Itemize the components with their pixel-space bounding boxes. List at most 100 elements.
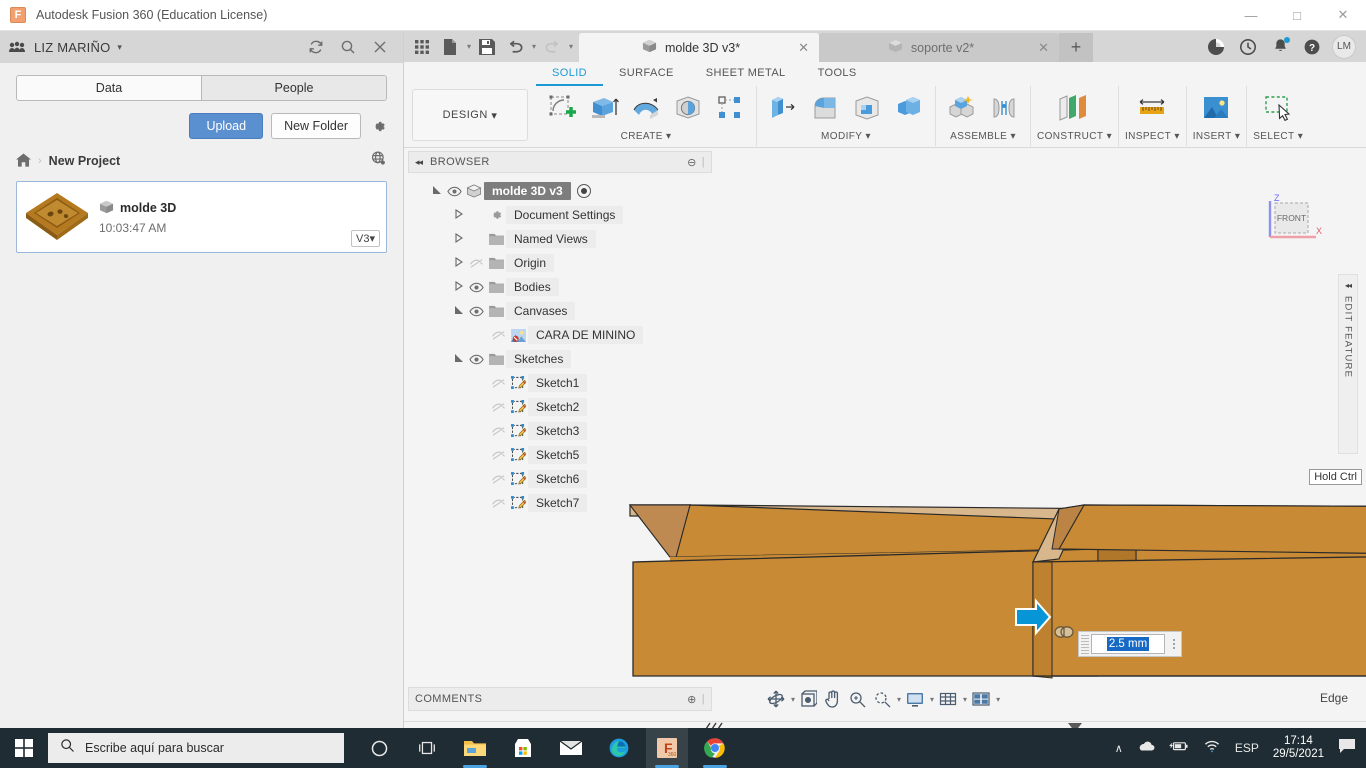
sphere-icon[interactable] [668, 88, 708, 128]
show-hidden-icons-icon[interactable]: ∧ [1115, 742, 1123, 755]
start-button[interactable] [0, 728, 48, 768]
visibility-eye-icon[interactable] [466, 354, 486, 365]
wifi-icon[interactable] [1203, 739, 1221, 758]
new-folder-button[interactable]: New Folder [271, 113, 361, 139]
extrude-icon[interactable] [584, 88, 624, 128]
chevron-down-icon[interactable]: ▾ [963, 695, 967, 704]
chevron-down-icon[interactable]: ▾ [930, 695, 934, 704]
browser-tree-item-molde-3d-v3[interactable]: molde 3D v3 [408, 179, 712, 203]
chevron-down-icon[interactable]: ▾ [996, 695, 1000, 704]
browser-tree-item-sketch1[interactable]: Sketch1 [408, 371, 712, 395]
visibility-eye-off-icon[interactable] [488, 402, 508, 413]
create-sketch-icon[interactable] [542, 88, 582, 128]
chevron-down-icon[interactable]: ▾ [1174, 131, 1179, 142]
resize-grip-icon[interactable]: | [702, 693, 705, 705]
tab-people[interactable]: People [202, 76, 386, 100]
expand-arrow-icon[interactable] [452, 208, 466, 221]
chevron-down-icon[interactable]: ▾ [532, 42, 536, 51]
revolve-icon[interactable] [626, 88, 666, 128]
browser-tree-item-sketch7[interactable]: Sketch7 [408, 491, 712, 515]
browser-tree-item-cara-de-minino[interactable]: CARA DE MININO [408, 323, 712, 347]
search-icon[interactable] [339, 38, 357, 56]
visibility-eye-off-icon[interactable] [466, 258, 486, 269]
visibility-eye-off-icon[interactable] [488, 474, 508, 485]
chevron-down-icon[interactable]: ▾ [1298, 131, 1303, 142]
chevron-down-icon[interactable]: ▾ [117, 42, 122, 53]
resize-grip-icon[interactable]: | [702, 156, 705, 168]
visibility-eye-off-icon[interactable] [488, 330, 508, 341]
browser-tree-item-document-settings[interactable]: Document Settings [408, 203, 712, 227]
press-pull-icon[interactable] [763, 88, 803, 128]
pan-icon[interactable] [821, 687, 844, 711]
ribbon-tab-surface[interactable]: SURFACE [603, 62, 690, 86]
browser-tree-item-sketch2[interactable]: Sketch2 [408, 395, 712, 419]
zoom-icon[interactable] [846, 687, 869, 711]
expand-arrow-icon[interactable] [452, 353, 466, 365]
visibility-eye-icon[interactable] [444, 186, 464, 197]
breadcrumb-project[interactable]: New Project [49, 154, 121, 168]
browser-tree-item-sketches[interactable]: Sketches [408, 347, 712, 371]
visibility-eye-icon[interactable] [466, 306, 486, 317]
visibility-eye-off-icon[interactable] [488, 498, 508, 509]
new-component-icon[interactable] [942, 88, 982, 128]
doc-tab-molde-3d[interactable]: molde 3D v3* ✕ [579, 33, 820, 62]
maximize-button[interactable]: □ [1274, 0, 1320, 31]
apps-grid-icon[interactable] [410, 35, 434, 59]
offset-plane-icon[interactable] [1054, 88, 1094, 128]
dimension-lock-icon[interactable] [1052, 621, 1076, 643]
globe-icon[interactable] [370, 150, 387, 172]
edit-feature-panel-tab[interactable]: ◂◂ EDIT FEATURE [1338, 274, 1358, 454]
microsoft-store-icon[interactable] [502, 728, 544, 768]
chevron-down-icon[interactable]: ▾ [666, 131, 671, 142]
file-card-molde-3d[interactable]: molde 3D 10:03:47 AM V3▾ [16, 181, 387, 253]
redo-icon[interactable] [540, 35, 564, 59]
dimension-options-icon[interactable] [1167, 639, 1181, 649]
browser-tree-item-bodies[interactable]: Bodies [408, 275, 712, 299]
comments-panel[interactable]: COMMENTS ⊕ | [408, 687, 712, 711]
orbit-icon[interactable] [764, 687, 788, 711]
task-view-icon[interactable] [406, 728, 448, 768]
measure-icon[interactable] [1132, 88, 1172, 128]
collapse-icon[interactable]: ◂◂ [415, 157, 423, 168]
close-panel-icon[interactable] [371, 38, 389, 56]
browser-tree-item-named-views[interactable]: Named Views [408, 227, 712, 251]
recent-icon[interactable] [1236, 35, 1260, 59]
home-icon[interactable] [16, 152, 31, 170]
expand-arrow-icon[interactable] [452, 256, 466, 269]
new-file-icon[interactable] [438, 35, 462, 59]
expand-arrow-icon[interactable] [452, 280, 466, 293]
minimize-icon[interactable]: ⊖ [687, 156, 697, 169]
job-status-icon[interactable] [1204, 35, 1228, 59]
save-icon[interactable] [475, 35, 499, 59]
dimension-input[interactable]: 2.5 mm [1078, 631, 1182, 657]
chrome-icon[interactable] [694, 728, 736, 768]
upload-button[interactable]: Upload [189, 113, 264, 139]
chevron-down-icon[interactable]: ▾ [866, 131, 871, 142]
refresh-icon[interactable] [307, 38, 325, 56]
joint-icon[interactable] [984, 88, 1024, 128]
visibility-eye-icon[interactable] [466, 282, 486, 293]
expand-arrow-icon[interactable] [430, 185, 444, 197]
doc-tab-soporte[interactable]: soporte v2* ✕ [819, 33, 1060, 62]
collapse-icon[interactable]: ◂◂ [1345, 281, 1352, 290]
fit-icon[interactable] [871, 687, 894, 711]
activate-component-icon[interactable] [576, 184, 591, 198]
view-cube[interactable]: Z X FRONT [1264, 189, 1324, 247]
close-icon[interactable]: ✕ [798, 40, 809, 56]
select-window-icon[interactable] [1258, 88, 1298, 128]
pattern-icon[interactable] [710, 88, 750, 128]
expand-arrow-icon[interactable] [452, 232, 466, 245]
clock[interactable]: 17:14 29/5/2021 [1273, 735, 1324, 761]
tab-data[interactable]: Data [17, 76, 202, 100]
battery-icon[interactable] [1168, 739, 1189, 758]
chevron-down-icon[interactable]: ▾ [467, 42, 471, 51]
grid-snaps-icon[interactable] [936, 687, 960, 711]
ribbon-tab-tools[interactable]: TOOLS [802, 62, 873, 86]
notifications-icon[interactable] [1268, 35, 1292, 59]
combine-icon[interactable] [889, 88, 929, 128]
file-explorer-icon[interactable] [454, 728, 496, 768]
ribbon-tab-sheet-metal[interactable]: SHEET METAL [690, 62, 802, 86]
chevron-down-icon[interactable]: ▾ [897, 695, 901, 704]
visibility-eye-off-icon[interactable] [488, 378, 508, 389]
help-icon[interactable]: ? [1300, 35, 1324, 59]
